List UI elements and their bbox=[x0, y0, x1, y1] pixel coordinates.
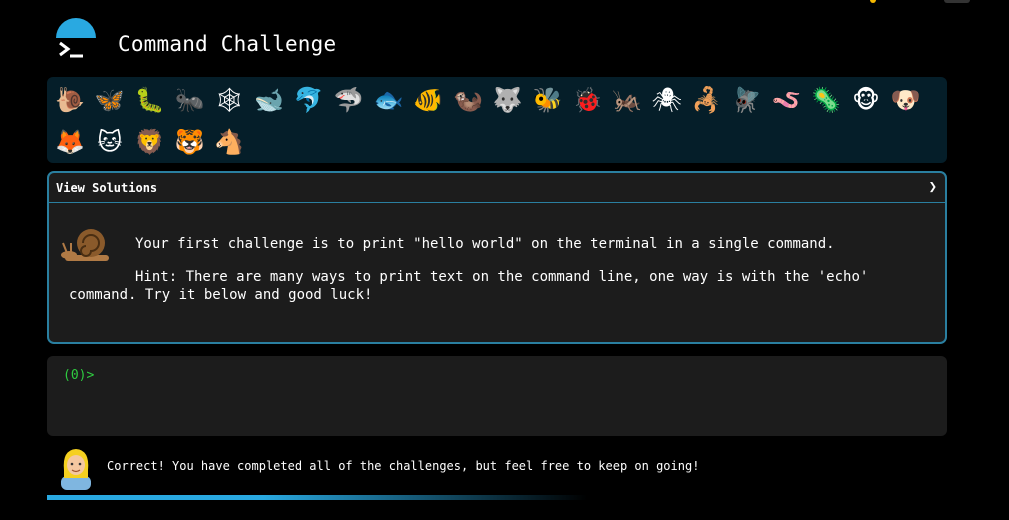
spider-web-icon[interactable]: 🕸 bbox=[212, 83, 246, 117]
horse-icon[interactable]: 🐴 bbox=[212, 125, 246, 159]
feedback-row: Correct! You have completed all of the c… bbox=[47, 444, 947, 494]
wolf-icon[interactable]: 🐺 bbox=[491, 83, 525, 117]
worm-icon[interactable]: 🪱 bbox=[769, 83, 803, 117]
dog-icon[interactable]: 🐶 bbox=[889, 83, 923, 117]
bug-icon[interactable]: 🐛 bbox=[133, 83, 167, 117]
scorpion-icon[interactable]: 🦂 bbox=[690, 83, 724, 117]
view-solutions-toggle[interactable]: View Solutions ❯ bbox=[49, 173, 945, 203]
challenge-panel: View Solutions ❯ Your first challenge is… bbox=[47, 171, 947, 344]
shark-icon[interactable]: 🦈 bbox=[332, 83, 366, 117]
woman-avatar-icon bbox=[61, 449, 91, 490]
feedback-message: Correct! You have completed all of the c… bbox=[107, 459, 700, 473]
microbe-icon[interactable]: 🦠 bbox=[809, 83, 843, 117]
challenge-text: Your first challenge is to print "hello … bbox=[135, 236, 835, 252]
monkey-icon[interactable]: 🐵 bbox=[849, 83, 883, 117]
lion-icon[interactable]: 🦁 bbox=[133, 125, 167, 159]
butterfly-icon[interactable]: 🦋 bbox=[93, 83, 127, 117]
fish-icon[interactable]: 🐟 bbox=[371, 83, 405, 117]
tiger-icon[interactable]: 🐯 bbox=[172, 125, 206, 159]
cat-icon[interactable]: 🐱 bbox=[93, 125, 127, 159]
progress-bar bbox=[47, 495, 587, 500]
terminal-input[interactable]: (0)> bbox=[47, 356, 947, 436]
top-decoration bbox=[870, 0, 970, 4]
challenge-hint: Hint: There are many ways to print text … bbox=[69, 269, 869, 303]
challenge-message: Your first challenge is to print "hello … bbox=[69, 235, 909, 319]
fox-icon[interactable]: 🦊 bbox=[53, 125, 87, 159]
tropical-fish-icon[interactable]: 🐠 bbox=[411, 83, 445, 117]
header: Command Challenge bbox=[50, 14, 950, 74]
snail-icon[interactable]: 🐌 bbox=[53, 83, 87, 117]
chevron-right-icon: ❯ bbox=[928, 179, 937, 195]
page-title: Command Challenge bbox=[118, 32, 337, 56]
cricket-icon[interactable]: 🦗 bbox=[610, 83, 644, 117]
app-logo bbox=[56, 18, 96, 64]
spider-icon[interactable]: 🕷 bbox=[650, 83, 684, 117]
view-solutions-label: View Solutions bbox=[56, 181, 158, 195]
terminal-prompt: (0)> bbox=[63, 368, 95, 383]
challenge-icon-bar: 🐌 🦋 🐛 🐜 🕸 🐋 🐬 🦈 🐟 🐠 🦦 🐺 🐝 🐞 🦗 🕷 🦂 🪰 🪱 🦠 🐵 🐶 🦊 🐱 🦁 🐯 🐴 bbox=[47, 77, 947, 163]
otter-icon[interactable]: 🦦 bbox=[451, 83, 485, 117]
terminal-icon bbox=[56, 38, 92, 64]
lady-beetle-icon[interactable]: 🐞 bbox=[570, 83, 604, 117]
dolphin-icon[interactable]: 🐬 bbox=[292, 83, 326, 117]
bee-icon[interactable]: 🐝 bbox=[531, 83, 565, 117]
fly-icon[interactable]: 🪰 bbox=[730, 83, 764, 117]
whale-icon[interactable]: 🐋 bbox=[252, 83, 286, 117]
ant-icon[interactable]: 🐜 bbox=[172, 83, 206, 117]
umbrella-icon bbox=[56, 18, 96, 38]
